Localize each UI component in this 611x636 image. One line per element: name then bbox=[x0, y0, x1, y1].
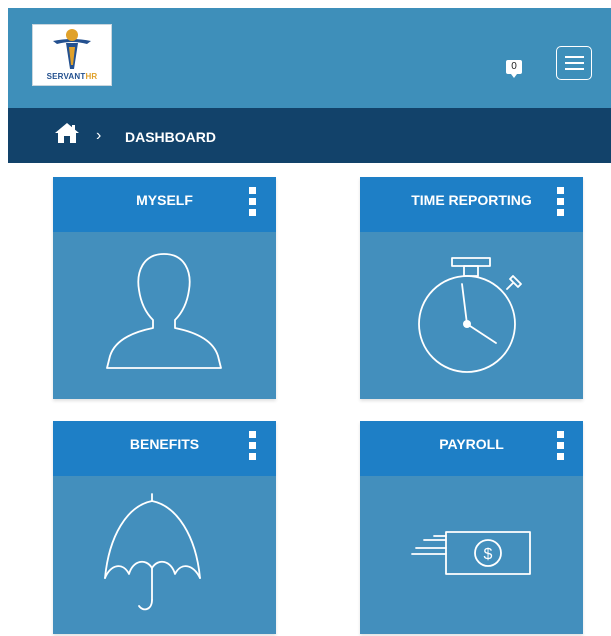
tile-options-icon[interactable] bbox=[557, 431, 564, 467]
tile-title: MYSELF bbox=[136, 192, 193, 208]
tile-header: TIME REPORTING bbox=[360, 177, 583, 232]
tile-header: PAYROLL bbox=[360, 421, 583, 476]
stopwatch-icon bbox=[418, 257, 522, 373]
tile-options-icon[interactable] bbox=[557, 187, 564, 223]
logo-figure-icon bbox=[53, 29, 91, 69]
tile-options-icon[interactable] bbox=[249, 431, 256, 467]
svg-text:$: $ bbox=[484, 546, 493, 563]
tile-myself[interactable]: MYSELF bbox=[53, 177, 276, 399]
money-transfer-icon: $ bbox=[411, 531, 531, 575]
tile-payroll[interactable]: PAYROLL $ bbox=[360, 421, 583, 634]
servanthr-logo[interactable]: SERVANTHR bbox=[32, 24, 112, 86]
breadcrumb: › DASHBOARD bbox=[8, 108, 611, 163]
tile-benefits[interactable]: BENEFITS bbox=[53, 421, 276, 634]
tile-title: PAYROLL bbox=[439, 436, 504, 452]
logo-wordmark: SERVANTHR bbox=[46, 72, 98, 81]
breadcrumb-separator: › bbox=[96, 127, 102, 144]
tile-options-icon[interactable] bbox=[249, 187, 256, 223]
tile-title: TIME REPORTING bbox=[411, 192, 532, 208]
hamburger-icon-line bbox=[565, 68, 584, 70]
tile-header: BENEFITS bbox=[53, 421, 276, 476]
breadcrumb-current: DASHBOARD bbox=[125, 129, 216, 145]
hamburger-icon-line bbox=[565, 56, 584, 58]
hamburger-icon-line bbox=[565, 62, 584, 64]
tile-header: MYSELF bbox=[53, 177, 276, 232]
umbrella-icon bbox=[104, 493, 201, 611]
tile-time-reporting[interactable]: TIME REPORTING bbox=[360, 177, 583, 399]
menu-toggle-button[interactable] bbox=[556, 46, 592, 80]
tile-title: BENEFITS bbox=[129, 436, 200, 452]
notification-badge[interactable]: 0 bbox=[506, 60, 522, 78]
top-bar: SERVANTHR 0 bbox=[8, 8, 611, 108]
home-icon[interactable] bbox=[54, 122, 80, 144]
person-icon bbox=[106, 253, 222, 369]
